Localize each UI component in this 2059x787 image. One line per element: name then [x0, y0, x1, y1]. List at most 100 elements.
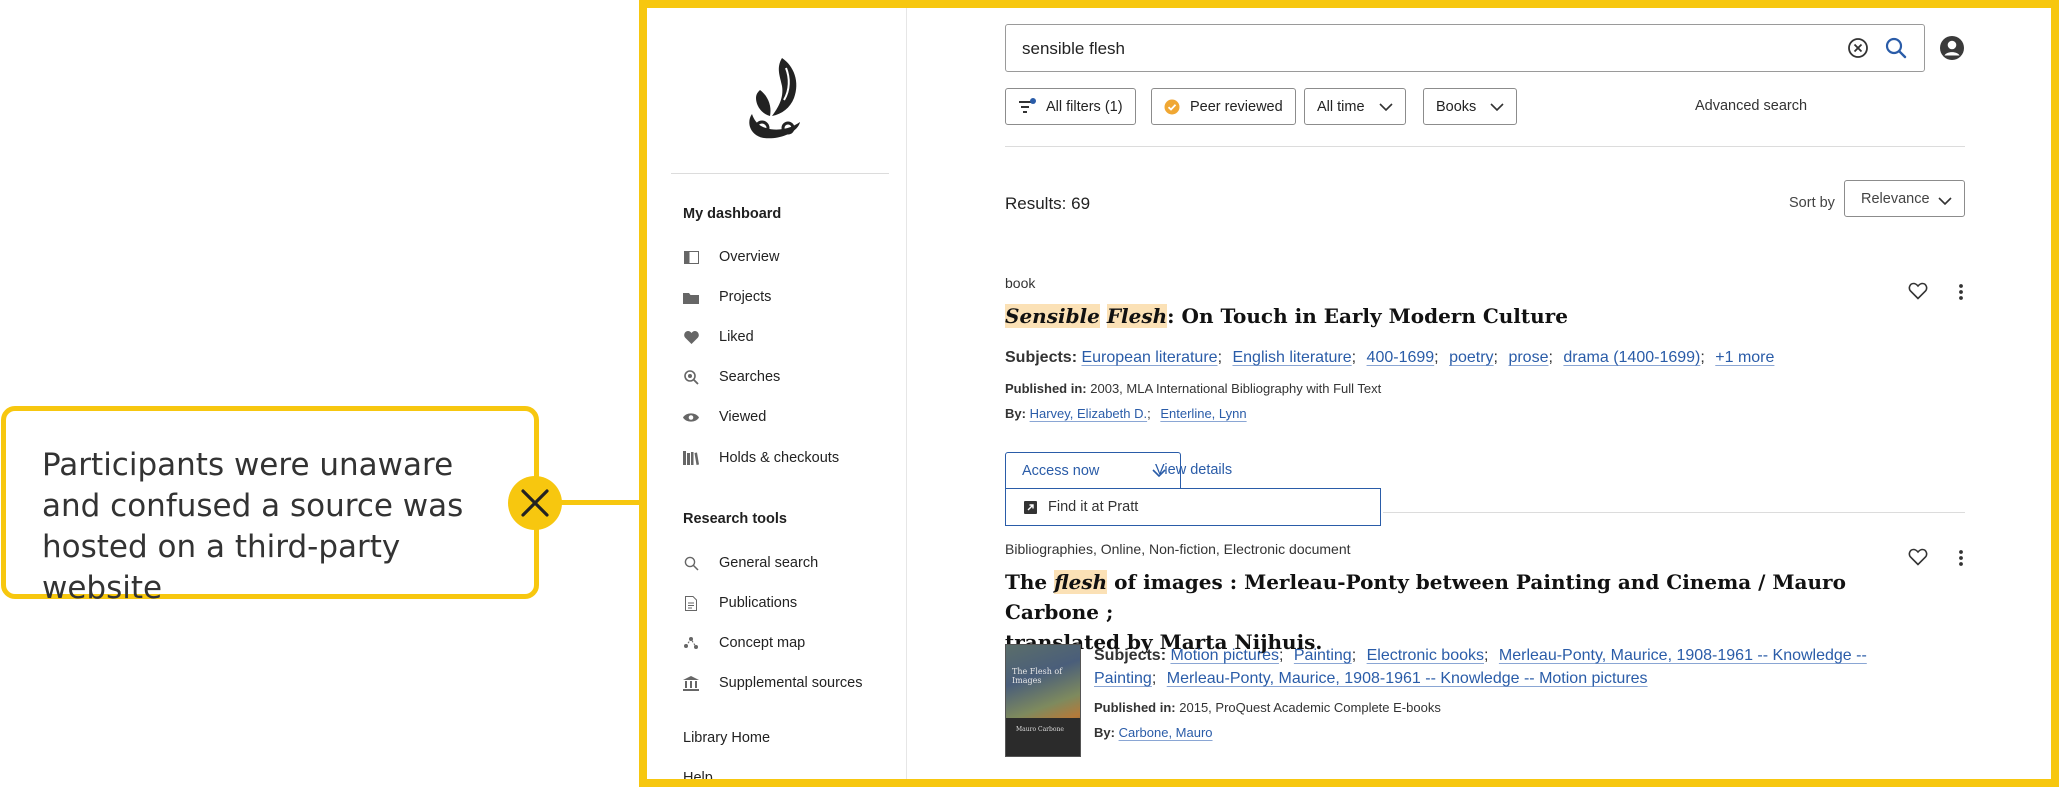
help-link[interactable]: Help	[683, 770, 713, 779]
title-text: : On Touch in Early Modern Culture	[1167, 304, 1568, 328]
callout-text: Participants were unaware and confused a…	[42, 447, 464, 606]
access-dropdown-menu: Find it at Pratt	[1005, 488, 1381, 526]
search-query[interactable]: sensible flesh	[1022, 39, 1125, 59]
subject-link[interactable]: Electronic books	[1367, 647, 1484, 664]
search-icon[interactable]	[1884, 36, 1908, 60]
more-options-icon[interactable]	[1951, 282, 1971, 302]
sidebar-item-label: Viewed	[719, 409, 767, 425]
highlight-term: Sensible	[1005, 304, 1100, 328]
heart-icon	[683, 329, 699, 345]
result-subjects: Subjects: European literature; English l…	[1005, 349, 1775, 366]
subject-link[interactable]: English literature	[1232, 349, 1351, 366]
search-input[interactable]: sensible flesh	[1005, 24, 1925, 72]
sidebar-divider	[671, 173, 889, 174]
subject-link[interactable]: prose	[1508, 349, 1548, 366]
sidebar-item-holds[interactable]: Holds & checkouts	[683, 445, 839, 471]
sidebar-item-viewed[interactable]: Viewed	[683, 404, 766, 430]
subject-link[interactable]: Merleau-Ponty, Maurice, 1908-1961 -- Kno…	[1167, 670, 1648, 687]
sidebar-item-label: Projects	[719, 289, 772, 305]
more-subjects-link[interactable]: +1 more	[1715, 349, 1774, 366]
time-filter-select[interactable]: All time	[1304, 88, 1406, 125]
peer-reviewed-icon	[1164, 99, 1180, 115]
sort-value: Relevance	[1861, 190, 1930, 207]
dashboard-heading: My dashboard	[683, 206, 782, 222]
find-it-option[interactable]: Find it at Pratt	[1048, 499, 1138, 515]
sidebar-item-label: General search	[719, 555, 819, 571]
saved-search-icon	[683, 369, 699, 385]
subject-link[interactable]: Motion pictures	[1170, 647, 1279, 664]
sidebar-item-projects[interactable]: Projects	[683, 284, 771, 310]
all-filters-button[interactable]: All filters (1)	[1005, 88, 1136, 125]
sidebar-item-publications[interactable]: Publications	[683, 590, 797, 616]
sidebar-item-label: Publications	[719, 595, 798, 611]
format-filter-select[interactable]: Books	[1423, 88, 1518, 125]
external-link-icon	[1024, 501, 1037, 518]
author-link[interactable]: Carbone, Mauro	[1119, 725, 1213, 740]
research-tools-heading: Research tools	[683, 511, 787, 527]
access-now-label: Access now	[1022, 463, 1100, 479]
highlight-term: flesh	[1054, 570, 1108, 594]
sidebar-item-concept-map[interactable]: Concept map	[683, 630, 805, 656]
institution-icon	[683, 675, 699, 691]
subject-link[interactable]: poetry	[1449, 349, 1493, 366]
published-in: Published in: 2003, MLA International Bi…	[1005, 381, 1381, 396]
title-text: of images : Merleau-Ponty between Painti…	[1005, 570, 1846, 624]
folder-icon	[683, 289, 699, 305]
sidebar-item-searches[interactable]: Searches	[683, 364, 780, 390]
cover-footer: Mauro Carbone	[1006, 718, 1080, 756]
subject-link[interactable]: Painting	[1294, 647, 1352, 664]
result-subjects: Subjects: Motion pictures; Painting; Ele…	[1094, 647, 1867, 687]
published-value: 2003, MLA International Bibliography wit…	[1090, 381, 1382, 396]
like-icon[interactable]	[1908, 548, 1928, 568]
view-details-link[interactable]: View details	[1155, 462, 1232, 478]
book-cover-thumbnail[interactable]: The Flesh of Images Mauro Carbone	[1005, 644, 1081, 757]
time-filter-label: All time	[1317, 98, 1365, 115]
result-authors: By: Harvey, Elizabeth D.; Enterline, Lyn…	[1005, 406, 1247, 421]
sort-label: Sort by	[1789, 195, 1835, 211]
published-value: 2015, ProQuest Academic Complete E-books	[1179, 700, 1441, 715]
by-label: By:	[1005, 406, 1026, 421]
concept-map-icon	[683, 635, 699, 651]
books-icon	[683, 450, 699, 466]
sidebar-item-label: Overview	[719, 249, 780, 265]
subject-link[interactable]: drama (1400-1699)	[1563, 349, 1700, 366]
close-icon	[508, 476, 562, 530]
chevron-down-icon	[1938, 193, 1952, 209]
subjects-label: Subjects:	[1094, 647, 1167, 664]
all-filters-label: All filters (1)	[1046, 98, 1123, 115]
clear-icon[interactable]	[1847, 37, 1869, 59]
subject-link[interactable]: Merleau-Ponty, Maurice, 1908-1961 -- Kno…	[1499, 647, 1867, 664]
library-logo[interactable]	[742, 52, 808, 144]
sidebar-item-general-search[interactable]: General search	[683, 550, 818, 576]
more-options-icon[interactable]	[1951, 548, 1971, 568]
library-home-link[interactable]: Library Home	[683, 730, 770, 746]
result-type: Bibliographies, Online, Non-fiction, Ele…	[1005, 541, 1351, 557]
chevron-down-icon	[1490, 102, 1504, 111]
peer-reviewed-label: Peer reviewed	[1190, 98, 1283, 115]
sidebar: My dashboard Overview Projects Liked Sea…	[647, 8, 907, 779]
title-text: The	[1005, 570, 1055, 594]
advanced-search-link[interactable]: Advanced search	[1695, 98, 1807, 114]
result-title[interactable]: Sensible Flesh: On Touch in Early Modern…	[1005, 301, 1568, 331]
sidebar-item-liked[interactable]: Liked	[683, 324, 754, 350]
sort-select[interactable]: Relevance	[1844, 180, 1965, 217]
search-icon	[683, 555, 699, 571]
like-icon[interactable]	[1908, 282, 1928, 302]
subject-link[interactable]: European literature	[1081, 349, 1217, 366]
sidebar-item-label: Liked	[719, 329, 754, 345]
peer-reviewed-filter[interactable]: Peer reviewed	[1151, 88, 1296, 125]
annotation-callout: Participants were unaware and confused a…	[1, 406, 539, 606]
published-label: Published in:	[1005, 381, 1087, 396]
result-authors: By: Carbone, Mauro	[1094, 725, 1213, 740]
subject-link[interactable]: 400-1699	[1367, 349, 1435, 366]
sidebar-item-supplemental-sources[interactable]: Supplemental sources	[683, 670, 862, 696]
by-label: By:	[1094, 725, 1115, 740]
author-link[interactable]: Harvey, Elizabeth D.	[1030, 406, 1148, 421]
author-link[interactable]: Enterline, Lynn	[1160, 406, 1246, 421]
sidebar-item-label: Searches	[719, 369, 781, 385]
sidebar-item-label: Supplemental sources	[719, 675, 863, 691]
sidebar-item-label: Holds & checkouts	[719, 450, 840, 466]
subject-link[interactable]: Painting	[1094, 670, 1152, 687]
sidebar-item-overview[interactable]: Overview	[683, 244, 779, 270]
account-icon[interactable]	[1939, 35, 1965, 61]
